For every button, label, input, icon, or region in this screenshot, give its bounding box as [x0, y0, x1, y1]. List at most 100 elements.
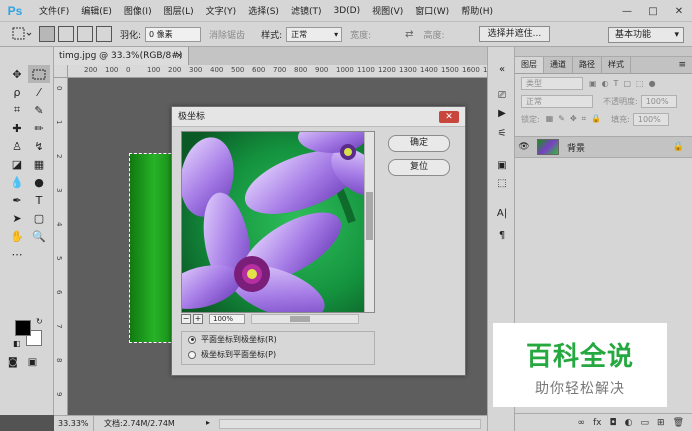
eyedropper-tool-icon[interactable]: ✎: [28, 101, 50, 119]
status-menu-arrow-icon[interactable]: ▸: [206, 418, 210, 427]
menu-view[interactable]: 视图(V): [366, 4, 409, 17]
menu-filter[interactable]: 滤镜(T): [285, 4, 328, 17]
quick-mask-icon[interactable]: ◙: [8, 357, 18, 368]
preview-vscroll-thumb[interactable]: [366, 192, 373, 240]
swap-colors-icon[interactable]: ↻: [36, 317, 43, 326]
fill-input[interactable]: 100%: [632, 112, 669, 126]
ok-button[interactable]: 确定: [388, 135, 450, 152]
preview-vertical-scrollbar[interactable]: [364, 132, 374, 312]
menu-image[interactable]: 图像(I): [118, 4, 158, 17]
minimize-button[interactable]: —: [614, 0, 640, 22]
option-rect-to-polar[interactable]: 平面坐标到极坐标(R): [182, 332, 374, 347]
link-layers-icon[interactable]: ∞: [578, 418, 586, 428]
tab-layers[interactable]: 图层: [515, 57, 544, 73]
collapse-icon[interactable]: «: [493, 61, 511, 77]
style-select[interactable]: 正常: [286, 26, 343, 42]
brush-tool-icon[interactable]: ✏: [28, 119, 50, 137]
crop-tool-icon[interactable]: ⌗: [6, 101, 28, 119]
path-selection-tool-icon[interactable]: ➤: [6, 209, 28, 227]
tab-styles[interactable]: 样式: [602, 57, 631, 73]
new-group-icon[interactable]: ▭: [641, 418, 650, 428]
history-panel-icon[interactable]: ⎚: [493, 87, 511, 103]
pen-tool-icon[interactable]: ✒: [6, 191, 28, 209]
visibility-eye-icon[interactable]: 👁: [515, 142, 533, 152]
character-panel-icon[interactable]: A|: [493, 205, 511, 221]
paragraph-panel-icon[interactable]: ¶: [493, 227, 511, 243]
filter-smart-icon[interactable]: ⬚: [636, 79, 644, 88]
feather-input[interactable]: 0 像素: [145, 26, 202, 42]
actions-play-icon[interactable]: ▶: [493, 105, 511, 121]
lock-paint-icon[interactable]: ✎: [558, 114, 565, 124]
menu-edit[interactable]: 编辑(E): [75, 4, 118, 17]
antialias-checkbox[interactable]: 消除锯齿: [209, 28, 245, 41]
filter-adjust-icon[interactable]: ◐: [602, 79, 609, 88]
reset-button[interactable]: 复位: [388, 159, 450, 176]
zoom-tool-icon[interactable]: 🔍: [28, 227, 50, 245]
select-and-mask-button[interactable]: 选择并遮住...: [478, 26, 551, 42]
menu-layer[interactable]: 图层(L): [158, 4, 200, 17]
libraries-panel-icon[interactable]: ⬚: [493, 175, 511, 191]
menu-help[interactable]: 帮助(H): [455, 4, 499, 17]
filter-shape-icon[interactable]: ▢: [623, 79, 631, 88]
new-selection-icon[interactable]: [39, 26, 55, 42]
ruler-corner[interactable]: [54, 65, 68, 78]
preview-horizontal-scrollbar[interactable]: [251, 314, 359, 324]
layer-kind-select[interactable]: 类型: [521, 76, 583, 90]
adjustments-panel-icon[interactable]: ▣: [493, 157, 511, 173]
menu-select[interactable]: 选择(S): [242, 4, 285, 17]
filter-pixel-icon[interactable]: ▣: [589, 79, 597, 88]
gradient-tool-icon[interactable]: ▦: [28, 155, 50, 173]
magic-wand-tool-icon[interactable]: ⁄: [28, 83, 50, 101]
layer-lock-icon[interactable]: 🔒: [673, 142, 684, 152]
move-tool-icon[interactable]: ✥: [6, 65, 28, 83]
history-brush-tool-icon[interactable]: ↯: [28, 137, 50, 155]
add-selection-icon[interactable]: [58, 26, 74, 42]
preview-hscroll-thumb[interactable]: [290, 316, 310, 322]
menu-type[interactable]: 文字(Y): [200, 4, 243, 17]
properties-panel-icon[interactable]: ⚟: [493, 125, 511, 141]
marquee-tool-icon[interactable]: [28, 65, 50, 83]
eraser-tool-icon[interactable]: ◪: [6, 155, 28, 173]
type-tool-icon[interactable]: T: [28, 191, 50, 209]
filter-preview[interactable]: [181, 131, 375, 313]
document-tab[interactable]: timg.jpg @ 33.3%(RGB/8#) * ×: [54, 47, 189, 79]
lasso-tool-icon[interactable]: ρ: [6, 83, 28, 101]
default-colors-icon[interactable]: ◧: [13, 339, 21, 348]
lock-transparent-icon[interactable]: ▦: [546, 114, 554, 124]
zoom-in-button[interactable]: +: [193, 314, 203, 324]
healing-brush-tool-icon[interactable]: ✚: [6, 119, 28, 137]
option-polar-to-rect[interactable]: 极坐标到平面坐标(P): [182, 347, 374, 362]
blur-tool-icon[interactable]: 💧: [6, 173, 28, 191]
horizontal-scrollbar[interactable]: [219, 419, 481, 429]
adjustment-layer-icon[interactable]: ◐: [625, 418, 633, 428]
dialog-close-button[interactable]: ✕: [439, 111, 459, 123]
opacity-input[interactable]: 100%: [640, 94, 677, 108]
menu-3d[interactable]: 3D(D): [327, 6, 366, 16]
more-tools-icon[interactable]: ⋯: [6, 245, 28, 263]
close-tab-icon[interactable]: ×: [175, 47, 183, 65]
layer-row-background[interactable]: 👁 背景 🔒: [515, 136, 692, 158]
screen-mode-icon[interactable]: ▣: [28, 357, 37, 368]
marquee-tool-preset-icon[interactable]: [8, 24, 36, 44]
zoom-out-button[interactable]: −: [181, 314, 191, 324]
subtract-selection-icon[interactable]: [77, 26, 93, 42]
maximize-button[interactable]: □: [640, 0, 666, 22]
layer-style-icon[interactable]: fx: [593, 418, 602, 428]
radio-rect-to-polar[interactable]: [188, 335, 196, 344]
hand-tool-icon[interactable]: ✋: [6, 227, 28, 245]
intersect-selection-icon[interactable]: [96, 26, 112, 42]
shape-tool-icon[interactable]: ▢: [28, 209, 50, 227]
blend-mode-select[interactable]: 正常: [521, 94, 593, 108]
radio-polar-to-rect[interactable]: [188, 350, 196, 359]
close-button[interactable]: ✕: [666, 0, 692, 22]
layer-name[interactable]: 背景: [567, 141, 585, 154]
add-mask-icon[interactable]: ◘: [610, 418, 617, 428]
swap-dimensions-icon[interactable]: ⇄: [405, 29, 413, 40]
vertical-ruler[interactable]: 0 1 2 3 4 5 6 7 8 9: [54, 78, 68, 415]
filter-type-icon[interactable]: T: [614, 79, 619, 88]
workspace-select[interactable]: 基本功能: [608, 27, 684, 43]
clone-stamp-tool-icon[interactable]: ♙: [6, 137, 28, 155]
tab-channels[interactable]: 通道: [544, 57, 573, 73]
tab-paths[interactable]: 路径: [573, 57, 602, 73]
lock-all-icon[interactable]: 🔒: [591, 114, 601, 124]
